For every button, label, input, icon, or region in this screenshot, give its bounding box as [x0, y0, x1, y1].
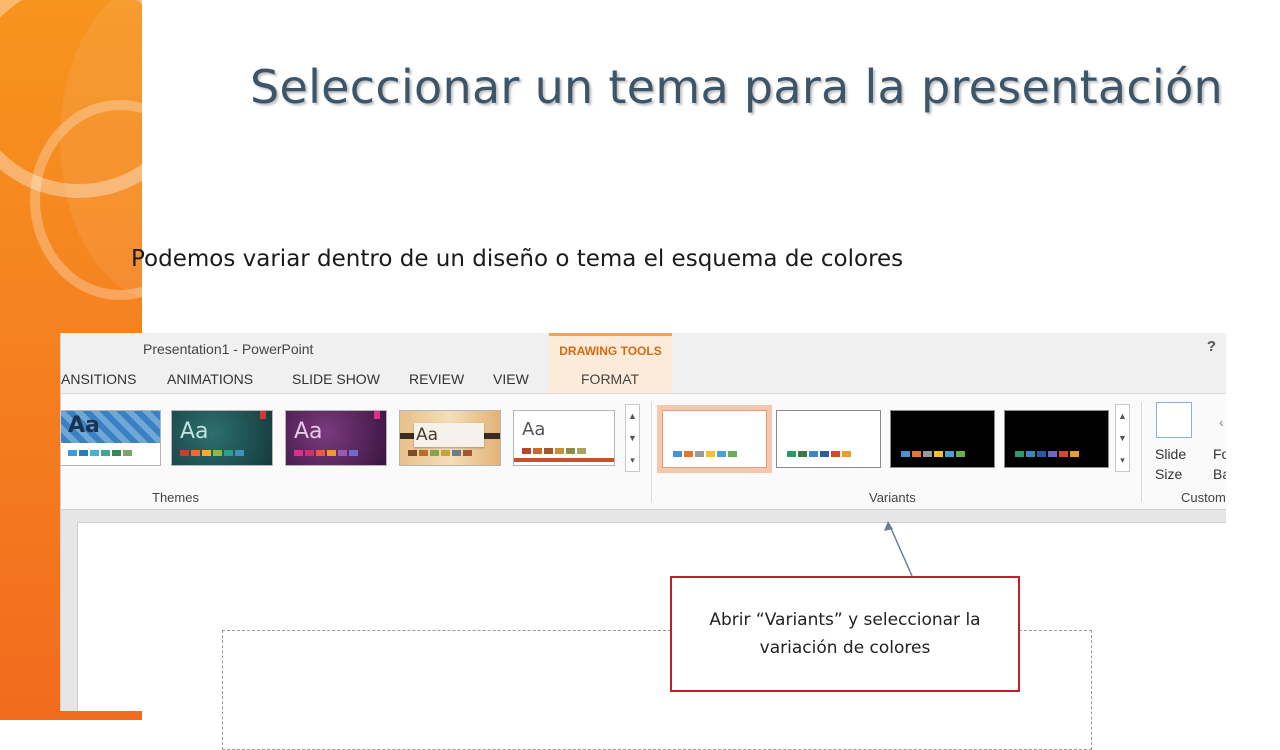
slide-size-icon[interactable] [1156, 402, 1192, 438]
theme-color-swatches [180, 450, 244, 456]
theme-preview-text: Aa [68, 413, 100, 438]
group-label-themes: Themes [152, 490, 199, 505]
scroll-down-icon[interactable]: ▼ [1116, 427, 1129, 449]
tab-transitions[interactable]: ANSITIONS [61, 371, 136, 387]
tab-format[interactable]: FORMAT [581, 371, 639, 387]
help-icon[interactable]: ? [1207, 338, 1216, 355]
theme-preview-text: Aa [180, 419, 209, 444]
callout-text: Abrir “Variants” y seleccionar la variac… [709, 610, 981, 658]
tab-view[interactable]: VIEW [493, 371, 529, 387]
slide-subtitle: Podemos variar dentro de un diseño o tem… [131, 246, 904, 272]
format-background-icon[interactable]: ‹ [1219, 414, 1224, 430]
variant-thumbnail[interactable] [890, 410, 995, 468]
group-separator [1141, 402, 1142, 502]
window-title: Presentation1 - PowerPoint [143, 341, 314, 357]
themes-gallery-scroller[interactable]: ▲ ▼ ▾ [625, 404, 640, 472]
group-separator [651, 402, 652, 502]
variant-thumbnail[interactable] [1004, 410, 1109, 468]
variant-color-swatches [787, 451, 851, 457]
theme-thumbnail[interactable]: Aa [171, 410, 273, 466]
slide-size-button[interactable]: Slide Size [1155, 444, 1195, 484]
theme-thumbnail[interactable]: Aa [399, 410, 501, 466]
theme-thumbnail[interactable]: Aa [513, 410, 615, 466]
drawing-tools-label: DRAWING TOOLS [559, 344, 662, 358]
variant-color-swatches [901, 451, 965, 457]
theme-preview-text: Aa [416, 425, 439, 445]
variant-color-swatches [1015, 451, 1079, 457]
theme-thumbnail[interactable]: Aa [61, 410, 161, 466]
variant-color-swatches [673, 451, 737, 457]
scroll-up-icon[interactable]: ▲ [626, 405, 639, 427]
scroll-up-icon[interactable]: ▲ [1116, 405, 1129, 427]
instruction-callout: Abrir “Variants” y seleccionar la variac… [670, 576, 1020, 692]
format-background-button[interactable]: Fo Back [1213, 444, 1226, 484]
tab-slide-show[interactable]: SLIDE SHOW [292, 371, 380, 387]
theme-preview-text: Aa [522, 419, 546, 440]
theme-preview-text: Aa [294, 419, 323, 444]
theme-color-swatches [294, 450, 358, 456]
scroll-down-icon[interactable]: ▼ [626, 427, 639, 449]
ribbon: Aa Aa Aa Aa Aa ▲ ▼ ▾ Themes ▲ ▼ ▾ Varian… [61, 393, 1226, 510]
theme-color-swatches [522, 448, 586, 454]
theme-color-swatches [68, 450, 132, 456]
group-label-variants: Variants [869, 490, 916, 505]
theme-color-swatches [408, 450, 472, 456]
variant-thumbnail-selected[interactable] [657, 405, 772, 473]
variant-thumbnail[interactable] [776, 410, 881, 468]
gallery-more-icon[interactable]: ▾ [626, 449, 639, 471]
tab-review[interactable]: REVIEW [409, 371, 464, 387]
variants-gallery-scroller[interactable]: ▲ ▼ ▾ [1115, 404, 1130, 472]
tab-animations[interactable]: ANIMATIONS [167, 371, 253, 387]
group-label-customize: Custom [1181, 490, 1226, 505]
slide-title: Seleccionar un tema para la presentación [250, 60, 1223, 114]
gallery-more-icon[interactable]: ▾ [1116, 449, 1129, 471]
theme-thumbnail[interactable]: Aa [285, 410, 387, 466]
